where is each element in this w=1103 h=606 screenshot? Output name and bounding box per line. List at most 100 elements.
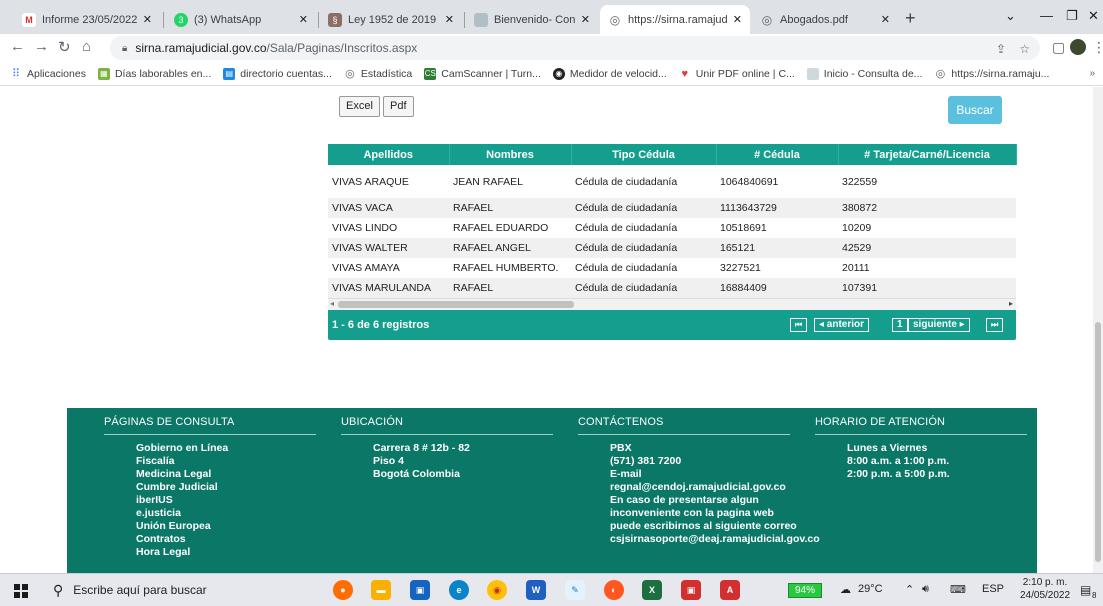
scroll-thumb[interactable]	[1095, 322, 1101, 562]
cell-tipo-cedula: Cédula de ciudadanía	[575, 222, 678, 234]
taskbar-search[interactable]: ⚲ Escribe aquí para buscar	[43, 574, 291, 606]
current-page[interactable]: 1	[892, 318, 908, 332]
table-row[interactable]: VIVAS LINDO RAFAEL EDUARDO Cédula de ciu…	[328, 218, 1016, 238]
chrome-icon[interactable]: ◉	[487, 580, 507, 600]
star-icon[interactable]: ☆	[1019, 42, 1030, 56]
close-window-button[interactable]: ✕	[1088, 8, 1099, 24]
buscar-button[interactable]: Buscar	[948, 96, 1002, 124]
minimize-button[interactable]: —	[1040, 8, 1053, 23]
col-cedula[interactable]: # Cédula	[716, 144, 839, 165]
cell-tarjeta: 107391	[838, 278, 1016, 298]
speaker-icon[interactable]: 🔊︎	[922, 583, 929, 596]
edge-icon[interactable]: e	[449, 580, 469, 600]
contact-email[interactable]: csjsirnasoporte@deaj.ramajudicial.gov.co	[578, 533, 820, 546]
acrobat-icon[interactable]: A	[720, 580, 740, 600]
first-page-button[interactable]: ⏮	[790, 318, 808, 332]
vertical-scrollbar[interactable]	[1093, 87, 1103, 573]
close-icon[interactable]: ✕	[581, 13, 590, 26]
bookmark-unirpdf[interactable]: ♥ Unir PDF online | C...	[678, 67, 795, 80]
avatar[interactable]	[1070, 39, 1086, 55]
taskbar-clock[interactable]: 2:10 p. m. 24/05/2022	[1020, 576, 1070, 602]
windows-start-icon[interactable]	[14, 584, 28, 598]
col-tipo-cedula[interactable]: Tipo Cédula	[571, 144, 717, 165]
col-nombres[interactable]: Nombres	[449, 144, 572, 165]
col-tarjeta[interactable]: # Tarjeta/Carné/Licencia	[838, 144, 1017, 165]
tab-search-icon[interactable]: ⌄	[1005, 8, 1016, 24]
forward-arrow-icon[interactable]: →	[34, 38, 49, 55]
weather-temp[interactable]: 29°C	[858, 583, 883, 595]
footer-link[interactable]: Hora Legal	[104, 546, 316, 559]
footer-link[interactable]: Cumbre Judicial	[104, 481, 316, 494]
bookmark-medidor[interactable]: ◉ Medidor de velocid...	[552, 67, 667, 80]
firefox-icon[interactable]: ◐	[604, 580, 624, 600]
horizontal-scrollbar[interactable]: ◂ ▸	[328, 298, 1016, 310]
tab-gmail[interactable]: M Informe 23/05/2022 A ✕	[14, 5, 160, 34]
footer-link[interactable]: Fiscalía	[104, 455, 316, 468]
tray-chevron-icon[interactable]: ⌃	[905, 583, 914, 596]
bookmark-estadistica[interactable]: ◎ Estadística	[343, 67, 412, 80]
excel-export-button[interactable]: Excel	[339, 96, 380, 117]
paint-icon[interactable]: ✎	[565, 580, 585, 600]
tab-consejo[interactable]: Bienvenido- Consejo S ✕	[466, 5, 598, 34]
excel-icon[interactable]: X	[642, 580, 662, 600]
tab-whatsapp[interactable]: 3 (3) WhatsApp ✕	[166, 5, 316, 34]
footer-link[interactable]: iberIUS	[104, 494, 316, 507]
footer-link[interactable]: Contratos	[104, 533, 316, 546]
menu-icon[interactable]: ⋮	[1092, 39, 1103, 56]
table-row[interactable]: VIVAS WALTER RAFAEL ANGEL Cédula de ciud…	[328, 238, 1016, 258]
share-icon[interactable]: ⇪	[996, 42, 1006, 56]
scroll-left-icon[interactable]: ◂	[330, 299, 334, 308]
scroll-right-icon[interactable]: ▸	[1009, 299, 1013, 308]
keyboard-icon[interactable]: ⌨	[950, 583, 966, 596]
bookmark-label: Aplicaciones	[27, 67, 86, 80]
restore-button[interactable]: ❐	[1066, 8, 1078, 24]
footer-link[interactable]: e.justicia	[104, 507, 316, 520]
sidepanel-icon[interactable]: ▢	[1052, 39, 1065, 56]
address-bar[interactable]: 🔒︎ sirna.ramajudicial.gov.co/Sala/Pagina…	[110, 36, 1040, 60]
table-row[interactable]: VIVAS VACA RAFAEL Cédula de ciudadanía 1…	[328, 198, 1016, 218]
pdf-app-icon[interactable]: ▣	[681, 580, 701, 600]
table-row[interactable]: VIVAS AMAYA RAFAEL HUMBERTO. Cédula de c…	[328, 258, 1016, 278]
prev-page-button[interactable]: ◂ anterior	[814, 318, 870, 332]
tab-abogados[interactable]: ◎ Abogados.pdf ✕	[752, 5, 898, 34]
origin-icon[interactable]: ●	[333, 580, 353, 600]
bookmark-sirna[interactable]: ◎ https://sirna.ramaju...	[934, 67, 1049, 80]
bookmark-camscanner[interactable]: CS CamScanner | Turn...	[424, 67, 541, 80]
pdf-export-button[interactable]: Pdf	[383, 96, 414, 117]
close-icon[interactable]: ✕	[445, 13, 454, 26]
footer-link[interactable]: Unión Europea	[104, 520, 316, 533]
table-row[interactable]: VIVAS MARULANDA RAFAEL Cédula de ciudada…	[328, 278, 1016, 298]
tab-ley[interactable]: § Ley 1952 de 2019 - G ✕	[320, 5, 462, 34]
col-apellidos[interactable]: Apellidos	[328, 144, 450, 165]
close-icon[interactable]: ✕	[143, 13, 152, 26]
next-page-button[interactable]: siguiente ▸	[908, 318, 970, 332]
file-explorer-icon[interactable]: ▬	[371, 580, 391, 600]
close-icon[interactable]: ✕	[299, 13, 308, 26]
table-row[interactable]: VIVAS ARAQUE JEAN RAFAEL Cédula de ciuda…	[328, 165, 1016, 198]
cell-tipo-cedula: Cédula de ciudadanía	[575, 175, 678, 188]
bookmark-directorio[interactable]: ▤ directorio cuentas...	[223, 67, 332, 80]
bookmark-dias[interactable]: ▦ Días laborables en...	[97, 67, 211, 80]
close-icon[interactable]: ✕	[881, 13, 890, 26]
back-arrow-icon[interactable]: ←	[10, 38, 25, 55]
bookmark-inicio[interactable]: Inicio - Consulta de...	[806, 67, 922, 80]
weather-icon[interactable]: ☁	[840, 583, 851, 596]
notification-icon[interactable]: ▤	[1080, 583, 1091, 597]
store-icon[interactable]: ▣	[410, 580, 430, 600]
cell-tipo-cedula: Cédula de ciudadanía	[571, 238, 716, 258]
tab-sirna-active[interactable]: ◎ https://sirna.ramajudic ✕	[600, 5, 750, 34]
close-icon[interactable]: ✕	[733, 13, 742, 26]
language-indicator[interactable]: ESP	[982, 583, 1004, 595]
more-bookmarks-icon[interactable]: »	[1089, 68, 1095, 79]
new-tab-button[interactable]: +	[905, 8, 916, 29]
reload-icon[interactable]: ↻	[58, 38, 71, 56]
contact-email[interactable]: regnal@cendoj.ramajudicial.gov.co	[578, 481, 820, 494]
scroll-thumb[interactable]	[338, 301, 574, 308]
last-page-button[interactable]: ⏭	[986, 318, 1004, 332]
home-icon[interactable]: ⌂	[82, 38, 91, 55]
bookmark-apps[interactable]: ⠿ Aplicaciones	[10, 67, 86, 80]
footer-link[interactable]: Medicina Legal	[104, 468, 316, 481]
footer-link[interactable]: Gobierno en Línea	[104, 442, 316, 455]
battery-indicator[interactable]: 94%	[788, 583, 822, 598]
word-icon[interactable]: W	[526, 580, 546, 600]
